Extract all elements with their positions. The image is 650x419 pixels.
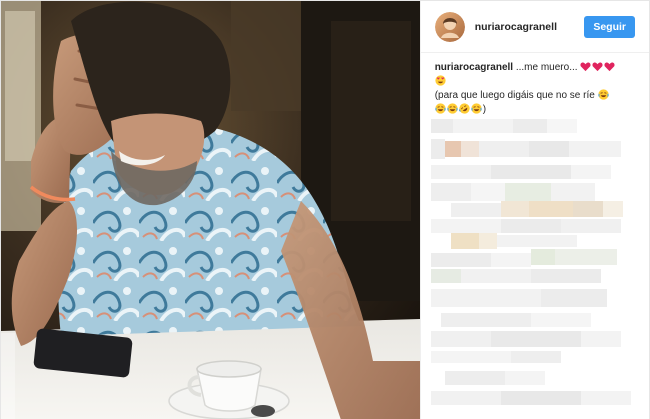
instagram-post: nuriarocagranell Seguir nuriarocagranell… [0, 0, 650, 419]
post-author-username[interactable]: nuriarocagranell [475, 21, 585, 33]
crying-laughing-emoji-icon [446, 103, 458, 114]
red-heart-icon [592, 61, 603, 72]
avatar-image-icon [434, 11, 465, 42]
follow-button[interactable]: Seguir [584, 15, 635, 38]
caption-text-1: ...me muero... [513, 62, 581, 73]
caption-line-4: ) [434, 103, 635, 117]
caption-text-3: (para que luego digáis que no se ríe [434, 90, 598, 101]
caption-line-3: (para que luego digáis que no se ríe [435, 89, 635, 103]
post-side-panel: nuriarocagranell Seguir nuriarocagranell… [419, 1, 649, 419]
post-header: nuriarocagranell Seguir [420, 1, 649, 53]
crying-laughing-emoji-icon [597, 89, 609, 100]
avatar[interactable] [434, 11, 465, 42]
photo-man-laughing-at-table [1, 1, 420, 419]
red-heart-icon [580, 61, 591, 72]
caption-username[interactable]: nuriarocagranell [435, 62, 513, 73]
post-photo[interactable] [1, 1, 420, 419]
post-caption: nuriarocagranell ...me muero... (para qu… [421, 53, 649, 117]
heart-eyes-emoji-icon [435, 75, 446, 86]
rolling-on-floor-laughing-emoji-icon [458, 103, 470, 114]
pixelated-comments-image [430, 119, 645, 415]
caption-line-1: nuriarocagranell ...me muero... [435, 61, 635, 75]
caption-line-2 [435, 75, 635, 89]
blurred-comments-area [430, 119, 645, 415]
crying-laughing-emoji-icon [470, 103, 482, 114]
crying-laughing-emoji-icon [434, 103, 446, 114]
red-heart-icon [604, 61, 615, 72]
